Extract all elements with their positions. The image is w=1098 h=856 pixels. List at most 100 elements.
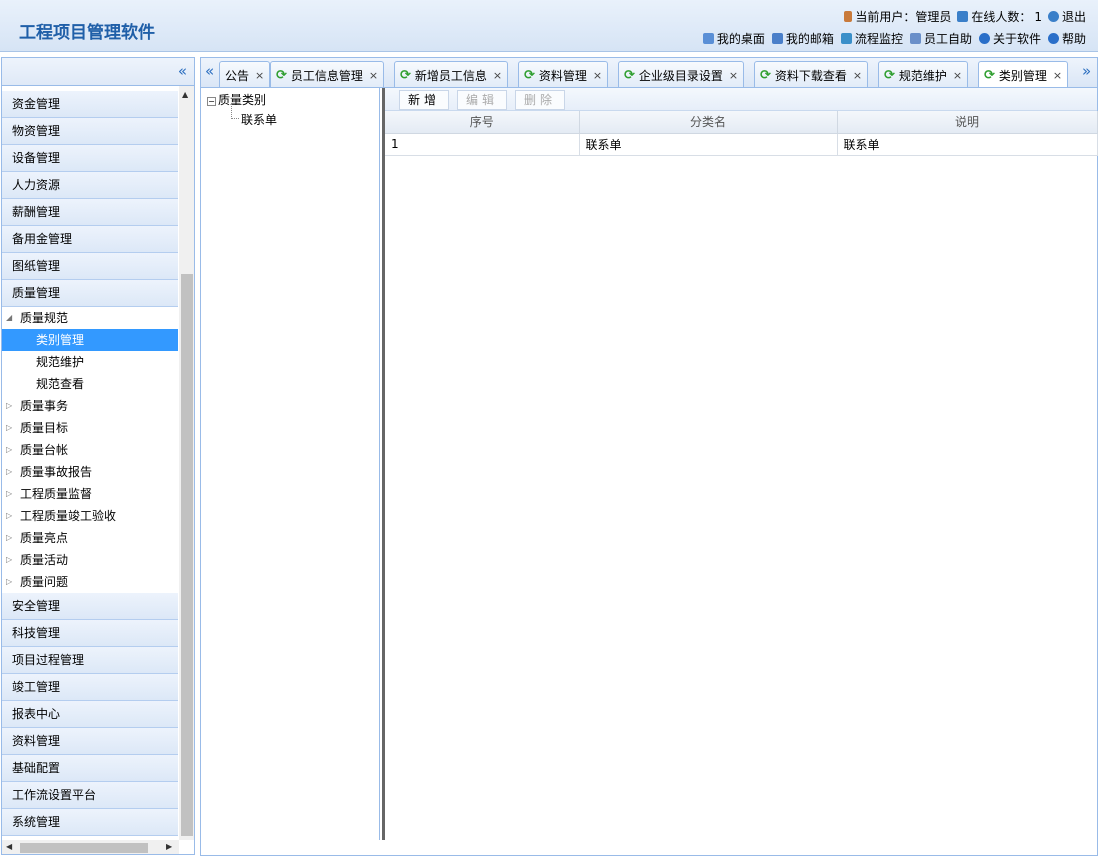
user-info-bar: 当前用户：管理员 在线人数： 1 退出 xyxy=(844,8,1086,25)
tab-label: 企业级目录设置 xyxy=(638,68,723,83)
scroll-right-icon[interactable]: ▶ xyxy=(166,842,172,851)
edit-button[interactable]: 编辑 xyxy=(457,90,507,110)
grid-toolbar: 新增 编辑 删除 xyxy=(385,88,1097,111)
scroll-up-icon[interactable]: ▲ xyxy=(182,90,188,99)
process-icon xyxy=(840,33,852,44)
refresh-icon[interactable]: ⟳ xyxy=(624,68,635,83)
tab[interactable]: ⟳ 资料下载查看 × xyxy=(754,61,869,88)
tab[interactable]: ⟳ 类别管理 × xyxy=(978,61,1069,89)
tree-item[interactable]: 规范维护 xyxy=(2,351,178,373)
tree-group-collapsed[interactable]: ▷ 质量问题 xyxy=(2,571,178,593)
tab-label: 资料管理 xyxy=(538,68,587,83)
tree-group-collapsed[interactable]: ▷ 质量活动 xyxy=(2,549,178,571)
column-header[interactable]: 序号 xyxy=(385,111,580,134)
info-icon xyxy=(978,33,990,44)
tree-group-collapsed[interactable]: ▷ 质量事故报告 xyxy=(2,461,178,483)
close-tab-icon[interactable]: × xyxy=(255,69,264,82)
mail-icon xyxy=(771,33,783,44)
person-icon xyxy=(909,33,921,44)
refresh-icon[interactable]: ⟳ xyxy=(276,68,287,83)
app-title: 工程项目管理软件 xyxy=(19,23,155,43)
header-link[interactable]: 员工自助 xyxy=(909,30,972,47)
tab-label: 员工信息管理 xyxy=(290,68,363,83)
tree-item[interactable]: 类别管理 xyxy=(2,329,178,351)
delete-button[interactable]: 删除 xyxy=(515,90,565,110)
home-icon xyxy=(702,33,714,44)
close-tab-icon[interactable]: × xyxy=(493,69,502,82)
header-link[interactable]: 我的邮箱 xyxy=(771,30,834,47)
sidebar-horizontal-scrollbar[interactable]: ◀ ▶ xyxy=(2,840,179,854)
tab[interactable]: ⟳ 规范维护 × xyxy=(878,61,969,88)
tree-group-collapsed[interactable]: ▷ 质量亮点 xyxy=(2,527,178,549)
close-tab-icon[interactable]: × xyxy=(953,69,962,82)
accordion-header[interactable]: 物资管理 xyxy=(2,118,178,145)
tree-group-collapsed[interactable]: ▷ 工程质量竣工验收 xyxy=(2,505,178,527)
close-tab-icon[interactable]: × xyxy=(1053,69,1062,82)
column-header[interactable]: 分类名 xyxy=(579,111,838,134)
accordion-header[interactable]: 项目过程管理 xyxy=(2,647,178,674)
header-link[interactable]: 帮助 xyxy=(1047,30,1086,47)
tree-group-collapsed[interactable]: ▷ 质量事务 xyxy=(2,395,178,417)
tree-group-collapsed[interactable]: ▷ 工程质量监督 xyxy=(2,483,178,505)
column-header[interactable]: 说明 xyxy=(837,111,1098,134)
close-tab-icon[interactable]: × xyxy=(593,69,602,82)
accordion-header[interactable]: 资金管理 xyxy=(2,91,178,118)
accordion-header[interactable]: 基础配置 xyxy=(2,755,178,782)
refresh-icon[interactable]: ⟳ xyxy=(884,68,895,83)
sidebar-vertical-scrollbar[interactable]: ▲ xyxy=(179,86,194,840)
tree-item[interactable]: 规范查看 xyxy=(2,373,178,395)
collapsed-triangle-icon: ▷ xyxy=(6,401,13,410)
accordion-header[interactable]: 薪酬管理 xyxy=(2,199,178,226)
online-users: 在线人数： 1 xyxy=(957,8,1042,25)
close-tab-icon[interactable]: × xyxy=(729,69,738,82)
accordion-header[interactable]: 报表中心 xyxy=(2,701,178,728)
collapsed-triangle-icon: ▷ xyxy=(6,467,13,476)
logout-link[interactable]: 退出 xyxy=(1047,8,1086,25)
accordion-header[interactable]: 竣工管理 xyxy=(2,674,178,701)
sidebar-header: « xyxy=(2,58,194,86)
tab[interactable]: ⟳ 新增员工信息 × xyxy=(394,61,509,88)
tab-scroll-right-button[interactable]: » xyxy=(1082,62,1091,80)
tree-group-collapsed[interactable]: ▷ 质量台帐 xyxy=(2,439,178,461)
accordion-header[interactable]: 图纸管理 xyxy=(2,253,178,280)
accordion-header[interactable]: 系统管理 xyxy=(2,809,178,836)
header-link[interactable]: 流程监控 xyxy=(840,30,903,47)
tree-group-collapsed[interactable]: ▷ 质量目标 xyxy=(2,417,178,439)
tree-child-node[interactable]: 联系单 xyxy=(241,111,277,128)
collapse-sidebar-button[interactable]: « xyxy=(178,62,187,80)
accordion-header[interactable]: 备用金管理 xyxy=(2,226,178,253)
refresh-icon[interactable]: ⟳ xyxy=(984,68,995,83)
accordion-header[interactable]: 质量管理 xyxy=(2,280,178,307)
accordion-header[interactable]: 安全管理 xyxy=(2,593,178,620)
accordion-header[interactable]: 工作流设置平台 xyxy=(2,782,178,809)
tab[interactable]: 公告 × xyxy=(219,61,271,88)
scrollbar-thumb[interactable] xyxy=(20,843,148,853)
table-cell: 联系单 xyxy=(837,133,1098,156)
collapse-node-icon[interactable]: − xyxy=(207,97,216,106)
add-button[interactable]: 新增 xyxy=(399,90,449,110)
header-link[interactable]: 我的桌面 xyxy=(702,30,765,47)
tab-scroll-left-button[interactable]: « xyxy=(205,62,214,80)
table-header-row: 序号 分类名 说明 xyxy=(385,111,1098,134)
close-tab-icon[interactable]: × xyxy=(369,69,378,82)
scroll-left-icon[interactable]: ◀ xyxy=(6,842,12,851)
tree-group-expanded[interactable]: ◢ 质量规范 xyxy=(2,307,178,329)
accordion-header[interactable]: 资料管理 xyxy=(2,728,178,755)
accordion-header[interactable]: 人力资源 xyxy=(2,172,178,199)
refresh-icon[interactable]: ⟳ xyxy=(400,68,411,83)
sidebar-menu: 资金管理 物资管理 设备管理 人力资源 薪酬管理 备用金管理 图纸管理 质量管理 ◢ 质量规范 类别… xyxy=(2,91,178,836)
collapsed-triangle-icon: ▷ xyxy=(6,511,13,520)
accordion-header[interactable]: 科技管理 xyxy=(2,620,178,647)
table-row[interactable]: 1 联系单 联系单 xyxy=(385,133,1098,156)
refresh-icon[interactable]: ⟳ xyxy=(524,68,535,83)
accordion-header[interactable]: 设备管理 xyxy=(2,145,178,172)
scrollbar-thumb[interactable] xyxy=(181,274,193,836)
tab[interactable]: ⟳ 企业级目录设置 × xyxy=(618,61,745,88)
refresh-icon[interactable]: ⟳ xyxy=(760,68,771,83)
header-link[interactable]: 关于软件 xyxy=(978,30,1041,47)
collapsed-triangle-icon: ▷ xyxy=(6,445,13,454)
tab[interactable]: ⟳ 资料管理 × xyxy=(518,61,609,88)
collapsed-triangle-icon: ▷ xyxy=(6,533,13,542)
close-tab-icon[interactable]: × xyxy=(853,69,862,82)
tab[interactable]: ⟳ 员工信息管理 × xyxy=(270,61,385,88)
